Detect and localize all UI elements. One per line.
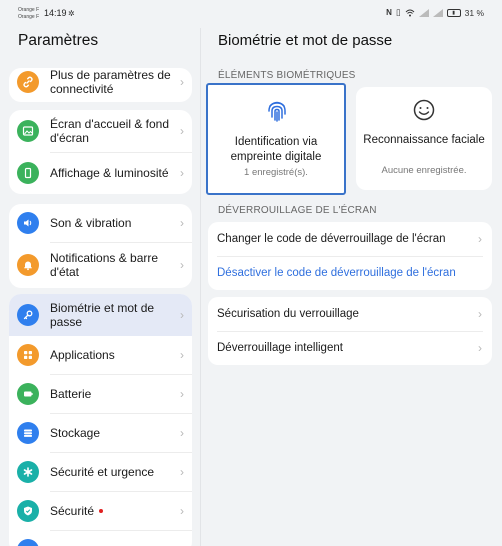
gear-icon: ✲ bbox=[68, 9, 75, 18]
storage-icon bbox=[17, 421, 39, 444]
clock: 14:19 bbox=[44, 8, 67, 18]
carrier-2: Orange F bbox=[18, 13, 40, 20]
chevron-right-icon: › bbox=[180, 216, 184, 230]
smart-unlock-row[interactable]: Déverrouillage intelligent › bbox=[208, 331, 492, 365]
sidebar-item-biometrics[interactable]: Biométrie et mot de passe › bbox=[9, 294, 192, 336]
wifi-icon bbox=[405, 9, 414, 16]
sidebar-item-label: Plus de paramètres de connectivité bbox=[50, 68, 171, 96]
sidebar-item-label: Sécurité et urgence bbox=[50, 464, 155, 479]
change-code-label: Changer le code de déverrouillage de l'é… bbox=[217, 233, 446, 245]
sidebar-item-sound[interactable]: Son & vibration › bbox=[9, 204, 192, 242]
section-header-unlock: DÉVERROUILLAGE DE L'ÉCRAN bbox=[218, 205, 377, 216]
shield-icon bbox=[17, 499, 39, 522]
carrier-1: Orange F bbox=[18, 7, 40, 13]
carrier-info: Orange F Orange F bbox=[18, 7, 39, 20]
sidebar-item-label: Notifications & barre d'état bbox=[50, 251, 159, 279]
chevron-right-icon: › bbox=[180, 308, 184, 322]
settings-group-display: Écran d'accueil & fond d'écran › Afficha… bbox=[9, 110, 192, 194]
link-icon bbox=[17, 71, 39, 93]
chevron-right-icon: › bbox=[180, 124, 184, 138]
sidebar-item-display[interactable]: Affichage & luminosité › bbox=[9, 152, 192, 194]
panel-divider bbox=[200, 28, 201, 546]
settings-group-system: Biométrie et mot de passe › Applications… bbox=[9, 294, 192, 546]
sidebar-item-partial[interactable] bbox=[9, 530, 192, 546]
settings-group-connectivity: Plus de paramètres de connectivité › bbox=[9, 68, 192, 102]
sidebar-item-connectivity[interactable]: Plus de paramètres de connectivité › bbox=[9, 68, 192, 102]
chevron-right-icon: › bbox=[180, 258, 184, 272]
section-header-biometrics: ÉLÉMENTS BIOMÉTRIQUES bbox=[218, 70, 356, 81]
battery-icon bbox=[17, 382, 39, 405]
lock-options-card: Sécurisation du verrouillage › Déverroui… bbox=[208, 297, 492, 365]
sidebar-item-label: Son & vibration bbox=[50, 216, 132, 230]
sidebar-item-home-screen[interactable]: Écran d'accueil & fond d'écran › bbox=[9, 110, 192, 152]
sidebar-item-battery[interactable]: Batterie › bbox=[9, 374, 192, 413]
sidebar-item-label: Applications bbox=[50, 348, 115, 362]
signal-icon-2 bbox=[432, 8, 443, 17]
sidebar-item-security[interactable]: Sécurité › bbox=[9, 491, 192, 530]
smart-unlock-label: Déverrouillage intelligent bbox=[217, 342, 343, 354]
change-code-row[interactable]: Changer le code de déverrouillage de l'é… bbox=[208, 222, 492, 256]
signal-icon bbox=[418, 8, 429, 17]
fingerprint-card[interactable]: Identification via empreinte digitale 1 … bbox=[206, 83, 346, 195]
chevron-right-icon: › bbox=[180, 386, 184, 401]
sidebar-item-label: Stockage bbox=[50, 425, 101, 440]
apps-icon bbox=[17, 344, 39, 366]
secure-lock-label: Sécurisation du verrouillage bbox=[217, 308, 359, 320]
settings-icon bbox=[17, 538, 39, 546]
face-icon bbox=[413, 99, 435, 121]
page-title: Paramètres bbox=[18, 32, 99, 49]
sidebar-item-notifications[interactable]: Notifications & barre d'état › bbox=[9, 242, 192, 288]
phone-icon bbox=[17, 162, 39, 184]
face-title: Reconnaissance faciale bbox=[363, 134, 485, 146]
sidebar-item-label: Biométrie et mot de passe bbox=[50, 301, 155, 329]
chevron-right-icon: › bbox=[180, 425, 184, 440]
detail-title: Biométrie et mot de passe bbox=[218, 32, 393, 49]
fingerprint-count: 1 enregistré(s). bbox=[244, 167, 308, 178]
sidebar-item-label: Sécurité bbox=[50, 504, 172, 518]
status-icons: N ▯ ▮ 31 % bbox=[386, 7, 484, 18]
chevron-right-icon: › bbox=[180, 166, 184, 180]
chevron-right-icon: › bbox=[478, 341, 482, 355]
sidebar-item-storage[interactable]: Stockage › bbox=[9, 413, 192, 452]
chevron-right-icon: › bbox=[180, 348, 184, 362]
fingerprint-icon bbox=[268, 101, 286, 122]
sidebar-item-label: Affichage & luminosité bbox=[50, 166, 169, 180]
bell-icon bbox=[17, 254, 39, 276]
sidebar-item-applications[interactable]: Applications › bbox=[9, 336, 192, 374]
face-recognition-card[interactable]: Reconnaissance faciale Aucune enregistré… bbox=[356, 87, 492, 190]
face-status: Aucune enregistrée. bbox=[381, 165, 467, 176]
status-bar: Orange F Orange F 14:19 ✲ N ▯ ▮ 31 % bbox=[0, 0, 502, 28]
sidebar-item-label: Écran d'accueil & fond d'écran bbox=[50, 117, 170, 145]
battery-level: 31 % bbox=[464, 7, 484, 18]
chevron-right-icon: › bbox=[180, 464, 184, 479]
unlock-code-card: Changer le code de déverrouillage de l'é… bbox=[208, 222, 492, 290]
chevron-right-icon: › bbox=[180, 503, 184, 518]
key-icon bbox=[17, 304, 39, 326]
settings-group-sound: Son & vibration › Notifications & barre … bbox=[9, 204, 192, 288]
chevron-right-icon: › bbox=[478, 307, 482, 321]
secure-lock-row[interactable]: Sécurisation du verrouillage › bbox=[208, 297, 492, 331]
sidebar-item-safety-emergency[interactable]: Sécurité et urgence › bbox=[9, 452, 192, 491]
settings-sidebar: Paramètres Plus de paramètres de connect… bbox=[0, 28, 200, 546]
fingerprint-title: Identification via empreinte digitale bbox=[230, 136, 322, 163]
chevron-right-icon: › bbox=[478, 232, 482, 246]
image-icon bbox=[17, 120, 39, 142]
speaker-icon bbox=[17, 212, 39, 234]
nfc-icon: N bbox=[386, 8, 392, 17]
asterisk-icon bbox=[17, 460, 39, 483]
vibrate-icon: ▯ bbox=[395, 7, 401, 17]
notification-dot bbox=[99, 509, 104, 514]
sidebar-item-label: Batterie bbox=[50, 386, 92, 401]
battery-icon: ▮ bbox=[446, 8, 461, 17]
chevron-right-icon: › bbox=[180, 75, 184, 89]
disable-code-row[interactable]: Désactiver le code de déverrouillage de … bbox=[208, 256, 492, 290]
disable-code-label: Désactiver le code de déverrouillage de … bbox=[217, 267, 456, 279]
